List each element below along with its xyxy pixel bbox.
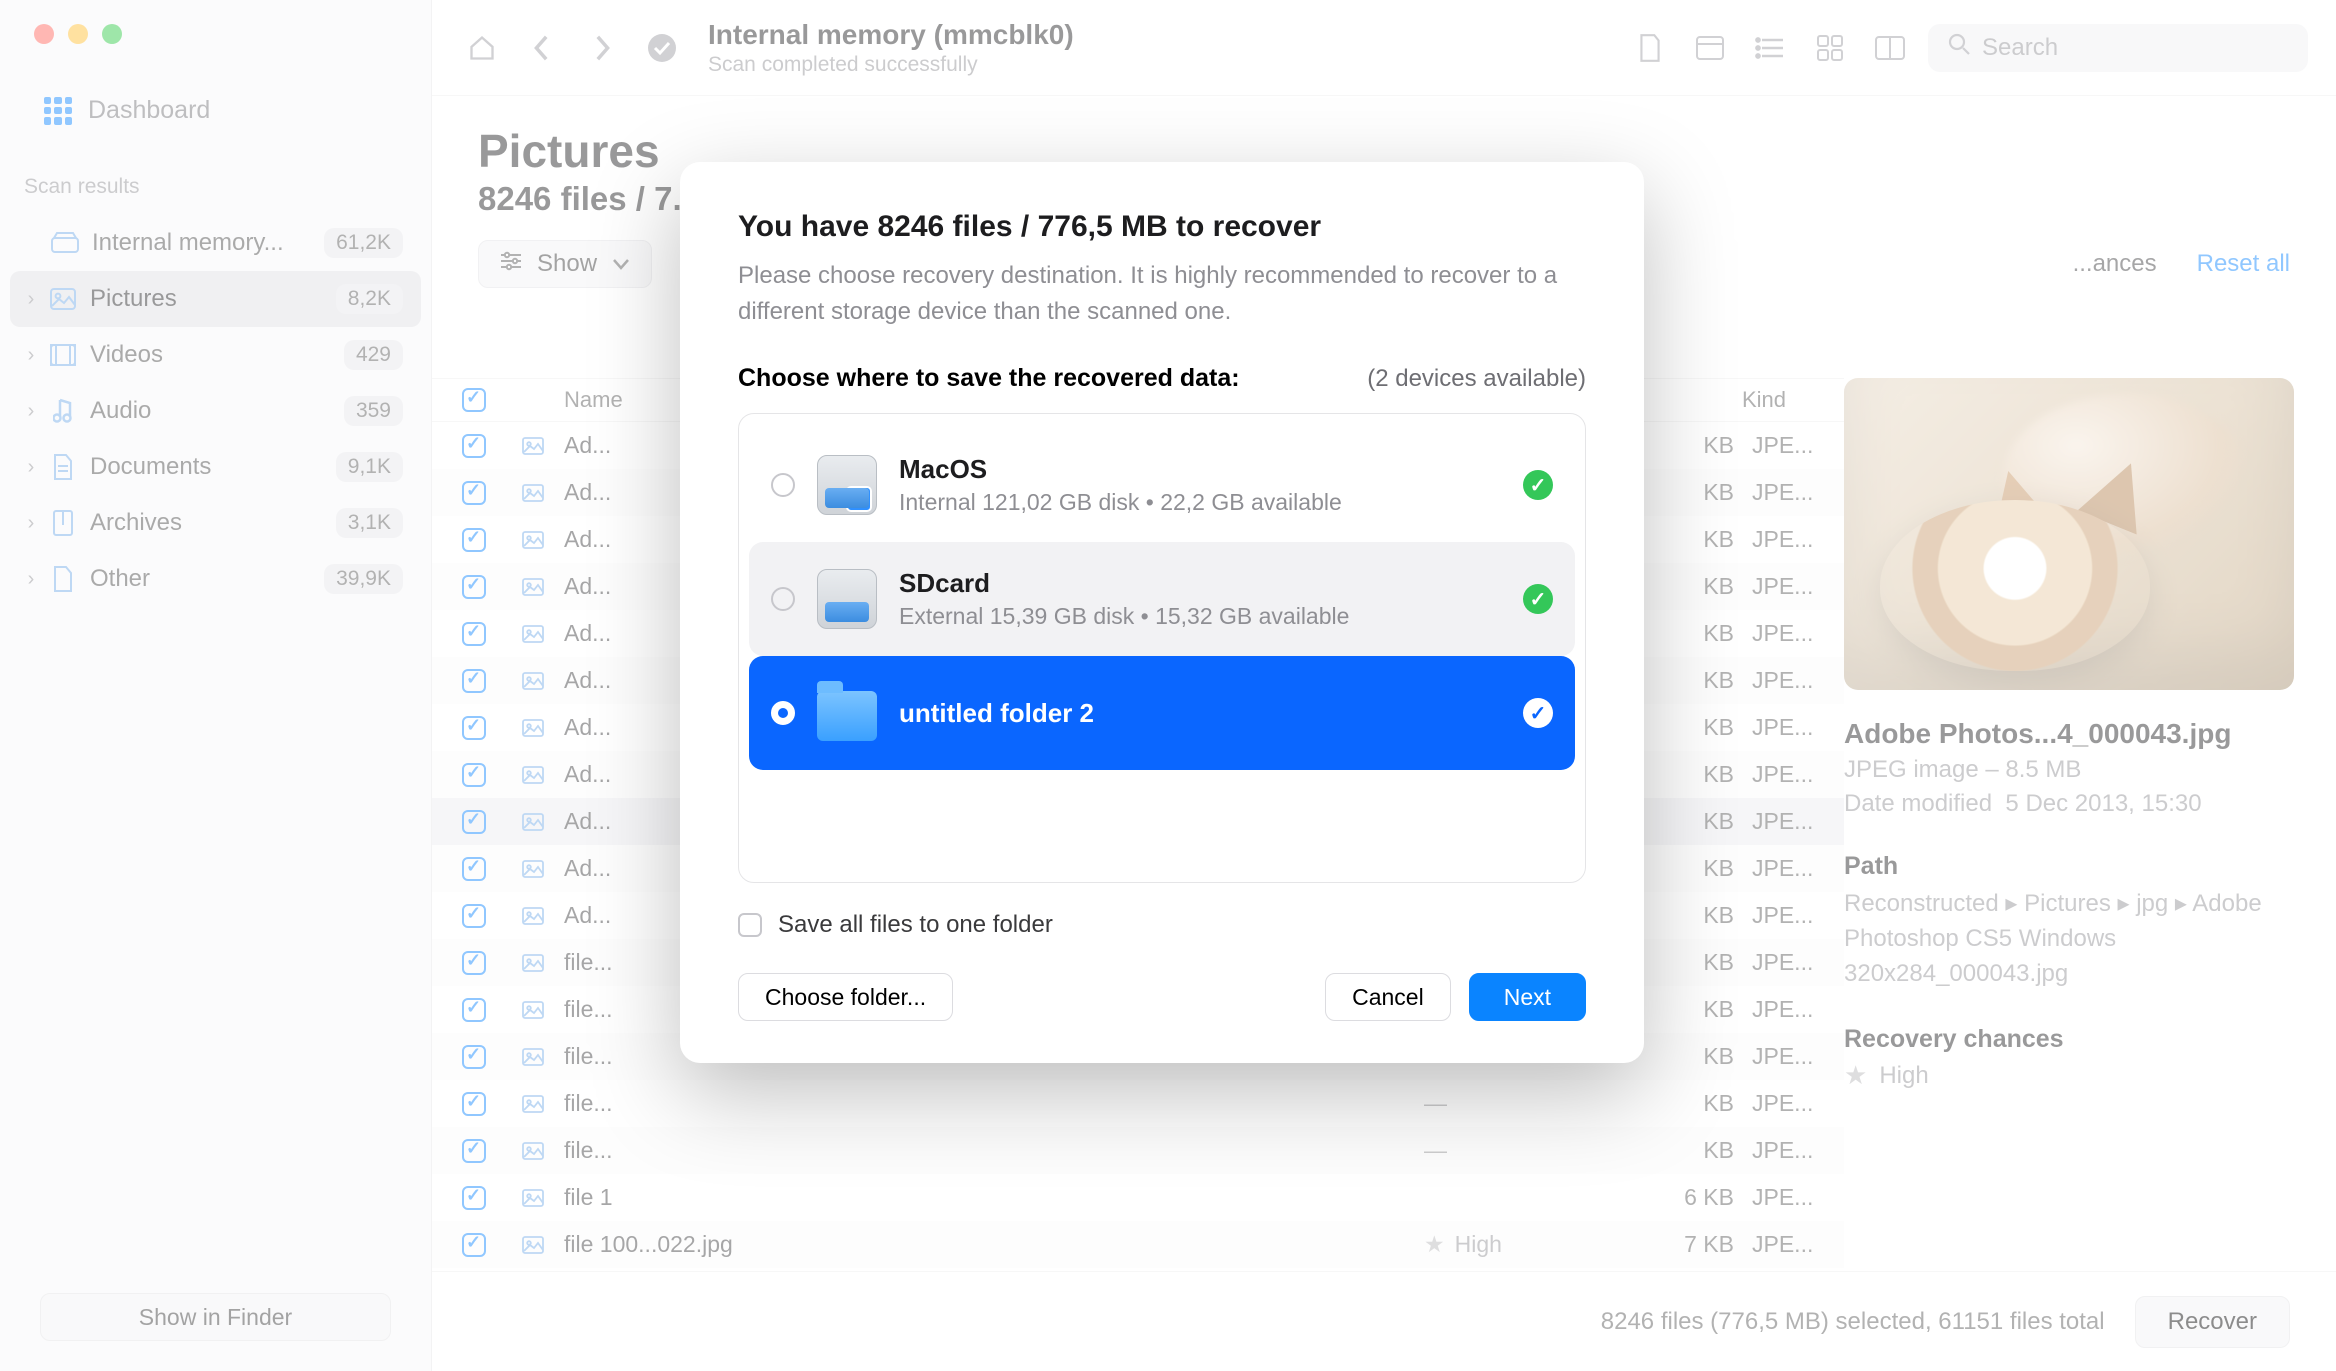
radio-icon — [771, 473, 795, 497]
checkmark-icon: ✓ — [1523, 584, 1553, 614]
radio-icon — [771, 701, 795, 725]
destination-text: untitled folder 2 — [899, 698, 1501, 729]
choose-folder-button[interactable]: Choose folder... — [738, 973, 953, 1021]
destination-option[interactable]: untitled folder 2 ✓ — [749, 656, 1575, 770]
destination-name: untitled folder 2 — [899, 698, 1501, 729]
save-one-label: Save all files to one folder — [778, 911, 1053, 939]
choose-folder-label: Choose folder... — [765, 984, 926, 1011]
destination-text: SDcard External 15,39 GB disk • 15,32 GB … — [899, 568, 1501, 630]
internal-disk-icon — [817, 455, 877, 515]
destination-name: SDcard — [899, 568, 1501, 599]
devices-count: (2 devices available) — [1367, 365, 1586, 393]
next-label: Next — [1504, 984, 1551, 1011]
checkbox-icon — [738, 913, 762, 937]
destination-detail: Internal 121,02 GB disk • 22,2 GB availa… — [899, 489, 1501, 516]
destination-text: MacOS Internal 121,02 GB disk • 22,2 GB a… — [899, 454, 1501, 516]
next-button[interactable]: Next — [1469, 973, 1586, 1021]
save-to-one-folder-checkbox[interactable]: Save all files to one folder — [738, 911, 1586, 939]
folder-icon — [817, 691, 877, 741]
modal-title: You have 8246 files / 776,5 MB to recove… — [738, 210, 1586, 244]
external-disk-icon — [817, 569, 877, 629]
destination-detail: External 15,39 GB disk • 15,32 GB availa… — [899, 603, 1501, 630]
cancel-button[interactable]: Cancel — [1325, 973, 1451, 1021]
destination-option[interactable]: SDcard External 15,39 GB disk • 15,32 GB … — [749, 542, 1575, 656]
destination-name: MacOS — [899, 454, 1501, 485]
recovery-destination-modal: You have 8246 files / 776,5 MB to recove… — [680, 162, 1644, 1063]
destination-option[interactable]: MacOS Internal 121,02 GB disk • 22,2 GB a… — [749, 428, 1575, 542]
modal-footer: Choose folder... Cancel Next — [738, 973, 1586, 1021]
modal-subtitle: Please choose recovery destination. It i… — [738, 258, 1586, 330]
cancel-label: Cancel — [1352, 984, 1424, 1011]
checkmark-icon: ✓ — [1523, 470, 1553, 500]
radio-icon — [771, 587, 795, 611]
choose-label: Choose where to save the recovered data: — [738, 364, 1240, 393]
destination-list: MacOS Internal 121,02 GB disk • 22,2 GB a… — [738, 413, 1586, 883]
checkmark-icon: ✓ — [1523, 698, 1553, 728]
